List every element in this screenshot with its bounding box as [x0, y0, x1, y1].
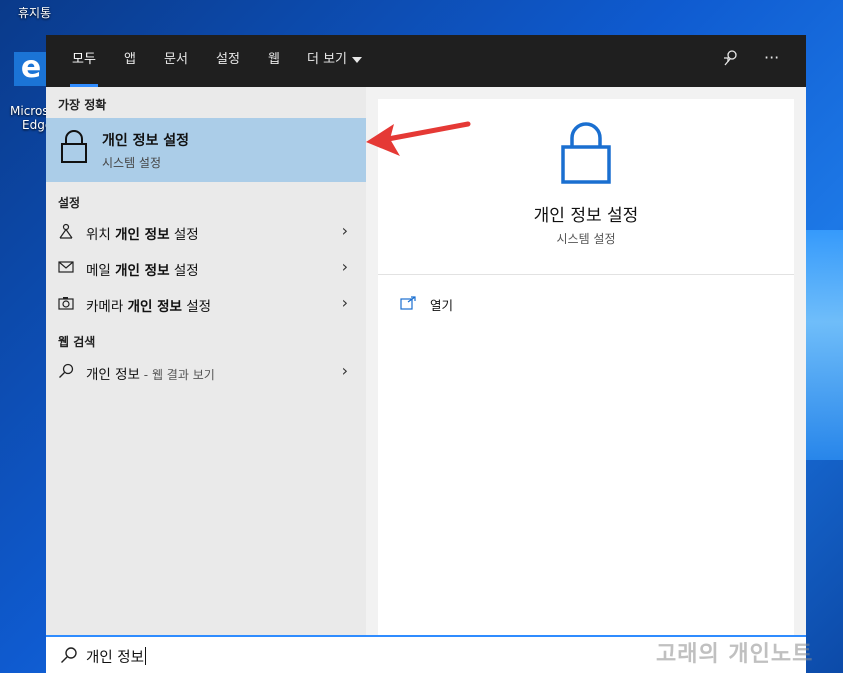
open-action[interactable]: 열기 [400, 295, 453, 314]
chevron-down-icon [352, 56, 363, 63]
chevron-right-icon[interactable]: › [342, 221, 348, 240]
divider [378, 274, 794, 275]
search-input-value: 개인 정보 [86, 650, 144, 666]
detail-title: 개인 정보 설정 [533, 206, 639, 226]
detail-pane: 개인 정보 설정 시스템 설정 열기 [378, 99, 794, 635]
settings-item-camera[interactable]: 카메라 개인 정보 설정 › [46, 287, 366, 321]
chevron-right-icon[interactable]: › [342, 293, 348, 312]
recycle-bin-label[interactable]: 휴지통 [18, 4, 51, 21]
annotation-arrow-icon [360, 114, 472, 166]
settings-item-label: 메일 개인 정보 설정 [86, 263, 199, 279]
tab-web[interactable]: 웹 [266, 35, 282, 87]
detail-subtitle: 시스템 설정 [556, 232, 616, 246]
settings-item-label: 카메라 개인 정보 설정 [86, 299, 212, 315]
settings-item-mail[interactable]: 메일 개인 정보 설정 › [46, 251, 366, 285]
settings-heading: 설정 [58, 196, 81, 210]
watermark: 고래의 개인노트 [656, 642, 814, 667]
best-match-heading: 가장 정확 [58, 98, 107, 112]
tab-more-label: 더 보기 [307, 52, 348, 67]
search-scope-bar: 모두 앱 문서 설정 웹 더 보기 ··· [46, 35, 806, 87]
best-match-item[interactable]: 개인 정보 설정 시스템 설정 [46, 118, 366, 182]
search-icon [60, 646, 77, 663]
web-search-item[interactable]: 개인 정보 - 웹 결과 보기 › [46, 355, 366, 389]
edge-icon[interactable]: e [14, 52, 48, 86]
mail-icon [58, 259, 74, 275]
tab-apps[interactable]: 앱 [122, 35, 138, 87]
search-input[interactable]: 개인 정보 [86, 646, 146, 667]
settings-item-label: 위치 개인 정보 설정 [86, 227, 199, 243]
results-list: 가장 정확 개인 정보 설정 시스템 설정 설정 위치 개인 정보 설정 › 메… [46, 87, 366, 635]
tab-documents[interactable]: 문서 [162, 35, 190, 87]
feedback-icon[interactable] [722, 49, 740, 71]
search-icon [58, 363, 74, 379]
open-icon [400, 296, 416, 313]
chevron-right-icon[interactable]: › [342, 257, 348, 276]
tab-all[interactable]: 모두 [70, 35, 98, 87]
camera-icon [58, 295, 74, 311]
text-caret [144, 647, 146, 665]
desktop-light-glow [803, 230, 843, 460]
settings-item-location[interactable]: 위치 개인 정보 설정 › [46, 215, 366, 249]
more-options-icon[interactable]: ··· [764, 48, 779, 67]
web-search-label: 개인 정보 - 웹 결과 보기 [86, 367, 215, 383]
location-icon [58, 223, 74, 239]
lock-icon [560, 121, 612, 189]
lock-icon [60, 130, 88, 168]
web-search-heading: 웹 검색 [58, 335, 96, 349]
tab-more[interactable]: 더 보기 [305, 35, 364, 87]
best-match-subtitle: 시스템 설정 [102, 156, 162, 170]
best-match-title: 개인 정보 설정 [102, 133, 190, 149]
open-label: 열기 [430, 298, 454, 313]
chevron-right-icon[interactable]: › [342, 361, 348, 380]
tab-settings[interactable]: 설정 [214, 35, 242, 87]
